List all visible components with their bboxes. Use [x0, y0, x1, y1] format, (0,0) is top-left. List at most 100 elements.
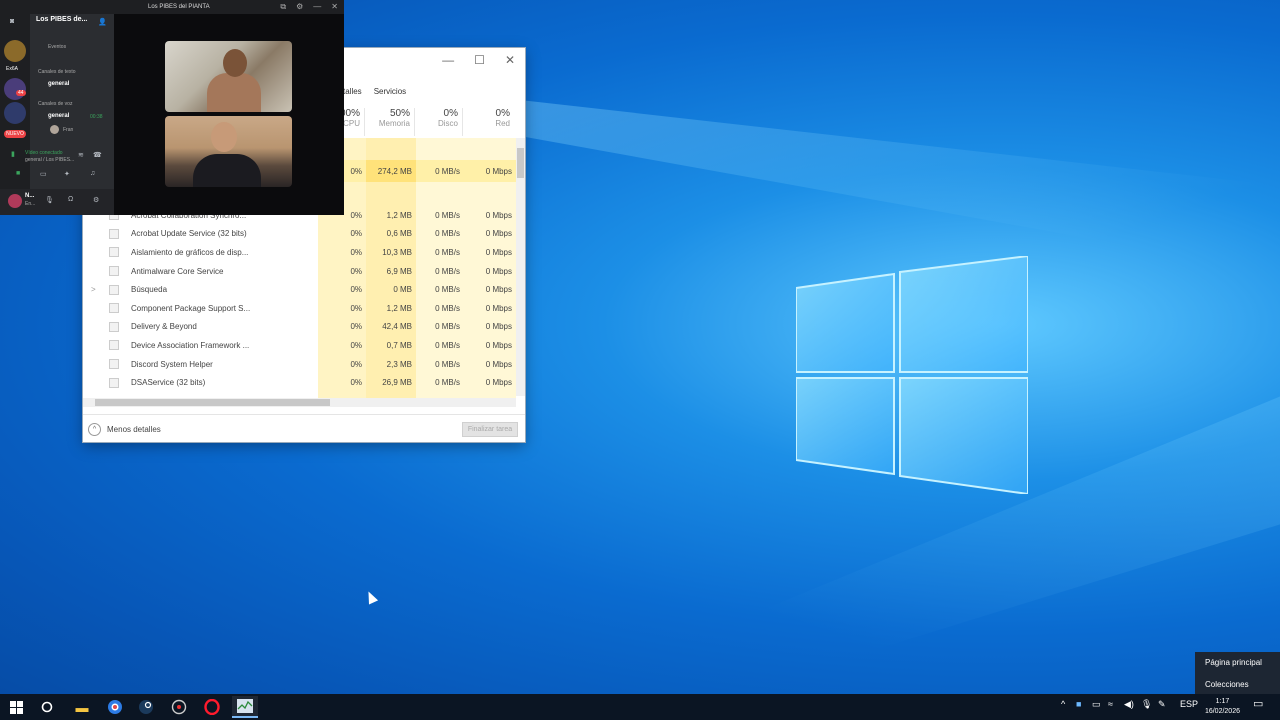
expand-chevron-icon[interactable]: >	[91, 285, 103, 294]
table-row[interactable]: Aislamiento de gráficos de disp... 0% 10,3…	[83, 243, 516, 262]
server-icon[interactable]	[4, 102, 26, 124]
process-icon	[109, 321, 119, 332]
network-icon[interactable]: ▭	[1092, 699, 1101, 710]
voice-connection-panel: Vídeo conectado general / Los PIBES... ▮…	[0, 147, 114, 187]
chevron-up-icon: ^	[88, 422, 101, 436]
activities-icon[interactable]: ✦	[64, 170, 70, 178]
less-details-label: Menos detalles	[107, 424, 161, 434]
pen-icon[interactable]: ✎	[1158, 699, 1166, 710]
voice-channel-general[interactable]: general	[48, 113, 69, 119]
video-tile-participant-2[interactable]	[165, 116, 292, 187]
tab-details[interactable]: talles	[341, 85, 364, 98]
table-row[interactable]: Component Package Support S... 0% 1,2 MB 0 …	[83, 299, 516, 318]
close-icon[interactable]: ✕	[331, 2, 338, 12]
maximize-icon[interactable]: ☐	[474, 53, 485, 67]
language-indicator[interactable]: ESP	[1180, 699, 1198, 709]
camera-icon[interactable]: ■	[16, 170, 20, 177]
scrollbar-thumb[interactable]	[95, 399, 330, 406]
wifi-icon[interactable]: ≈	[1108, 699, 1113, 709]
user-panel: N... En... 🎙 Ω ⚙	[0, 189, 114, 215]
minimize-icon[interactable]: —	[313, 2, 321, 12]
new-badge: NUEVO	[4, 130, 26, 138]
process-name: Acrobat Update Service (32 bits)	[131, 229, 247, 239]
tab-services[interactable]: Servicios	[372, 85, 408, 98]
settings-icon[interactable]: ⚙	[296, 2, 303, 12]
process-icon	[109, 247, 119, 258]
process-name: Component Package Support S...	[131, 303, 251, 313]
process-icon	[109, 228, 119, 239]
volume-icon[interactable]: ◀)	[1124, 699, 1134, 710]
end-task-button[interactable]: Finalizar tarea	[462, 422, 518, 437]
table-row[interactable]: Device Association Framework ... 0% 0,7 MB…	[83, 336, 516, 355]
task-manager-taskbar-icon[interactable]	[232, 696, 258, 718]
close-icon[interactable]: ✕	[505, 53, 515, 67]
process-name: DSAService (32 bits)	[131, 378, 206, 388]
voice-channels-category[interactable]: Canales de voz	[38, 101, 72, 107]
text-channels-category[interactable]: Canales de texto	[38, 69, 76, 75]
game-launcher-icon[interactable]	[168, 696, 190, 718]
disconnect-icon[interactable]: ☎	[93, 151, 102, 159]
voice-status: Vídeo conectado	[25, 150, 63, 156]
opera-icon[interactable]	[201, 696, 223, 718]
minimize-icon[interactable]: —	[442, 53, 454, 67]
clock[interactable]: 1:17 16/02/2026	[1205, 697, 1240, 717]
table-row[interactable]: Delivery & Beyond 0% 42,4 MB 0 MB/s 0 Mbps	[83, 318, 516, 337]
headphones-icon[interactable]: Ω	[68, 196, 73, 203]
highlighted-process-values: 0% 274,2 MB 0 MB/s 0 Mbps	[318, 160, 516, 182]
signal-icon[interactable]: ▮	[11, 150, 15, 158]
column-header-disk[interactable]: 0% Disco	[414, 108, 462, 136]
avatar[interactable]	[50, 125, 59, 134]
user-settings-icon[interactable]: ⚙	[93, 196, 99, 204]
discord-home-icon[interactable]: ◙	[10, 18, 14, 25]
popout-icon[interactable]: ⧉	[280, 2, 286, 12]
process-icon	[109, 284, 119, 295]
scrollbar-thumb[interactable]	[517, 148, 524, 178]
clock-date: 16/02/2026	[1204, 708, 1240, 715]
jumplist-item-home[interactable]: Página principal	[1195, 652, 1280, 674]
microphone-tray-icon[interactable]: 🎙	[1141, 699, 1152, 710]
table-row[interactable]: Antimalware Core Service 0% 6,9 MB 0 MB/s 0 …	[83, 262, 516, 281]
process-list: Acrobat Collaboration Synchro... 0% 1,2 MB…	[83, 206, 516, 392]
noise-suppression-icon[interactable]: ≋	[78, 151, 84, 159]
add-member-icon[interactable]: 👤	[98, 18, 107, 26]
server-icon[interactable]	[4, 78, 26, 100]
horizontal-scrollbar[interactable]	[83, 398, 516, 407]
cell-network: 0 Mbps	[485, 166, 512, 176]
server-name[interactable]: Los PIBES de...	[36, 16, 87, 23]
column-header-memory[interactable]: 50% Memoria	[364, 108, 414, 136]
less-details-button[interactable]: ^ Menos detalles	[88, 422, 161, 436]
table-row[interactable]: DSAService (32 bits) 0% 26,9 MB 0 MB/s 0 Mbp…	[83, 373, 516, 392]
table-row[interactable]: Acrobat Update Service (32 bits) 0% 0,6 MB…	[83, 225, 516, 244]
process-icon	[109, 266, 119, 277]
browser-icon[interactable]	[104, 696, 126, 718]
voice-location: general / Los PIBES...	[25, 157, 75, 163]
events-link[interactable]: Eventos	[48, 44, 66, 50]
show-hidden-icons-icon[interactable]: ^	[1061, 699, 1065, 709]
soundboard-icon[interactable]: ♫	[90, 170, 95, 177]
table-row[interactable]: Discord System Helper 0% 2,3 MB 0 MB/s 0 Mbp…	[83, 355, 516, 374]
table-row[interactable]: > Búsqueda 0% 0 MB 0 MB/s 0 Mbps	[83, 280, 516, 299]
cell-memory: 274,2 MB	[377, 166, 412, 176]
avatar[interactable]	[8, 194, 22, 208]
notifications-icon[interactable]: ▭	[1253, 697, 1263, 710]
vertical-scrollbar[interactable]	[516, 138, 525, 396]
column-header-network[interactable]: 0% Red	[462, 108, 514, 136]
start-windows-icon[interactable]	[5, 696, 27, 718]
screen-share-icon[interactable]: ▭	[40, 170, 47, 178]
discord-window-title: Los PIBES del PIANTA	[148, 4, 210, 10]
user-name: N...	[25, 193, 35, 199]
voice-member-name[interactable]: Fran	[63, 127, 73, 133]
tray-app-icon[interactable]: ■	[1076, 699, 1081, 709]
text-channel-general[interactable]: general	[48, 81, 69, 87]
user-status: En...	[25, 201, 36, 207]
jumplist-item-collections[interactable]: Colecciones	[1195, 674, 1280, 696]
microphone-icon[interactable]: 🎙	[45, 196, 54, 204]
video-tile-participant-1[interactable]	[165, 41, 292, 112]
process-icon	[109, 303, 119, 314]
steam-icon[interactable]	[135, 696, 157, 718]
server-icon[interactable]	[4, 40, 26, 62]
search-circle-icon[interactable]	[36, 696, 58, 718]
process-icon	[109, 340, 119, 351]
process-name: Discord System Helper	[131, 359, 213, 369]
file-explorer-icon[interactable]: ▬	[71, 696, 93, 718]
